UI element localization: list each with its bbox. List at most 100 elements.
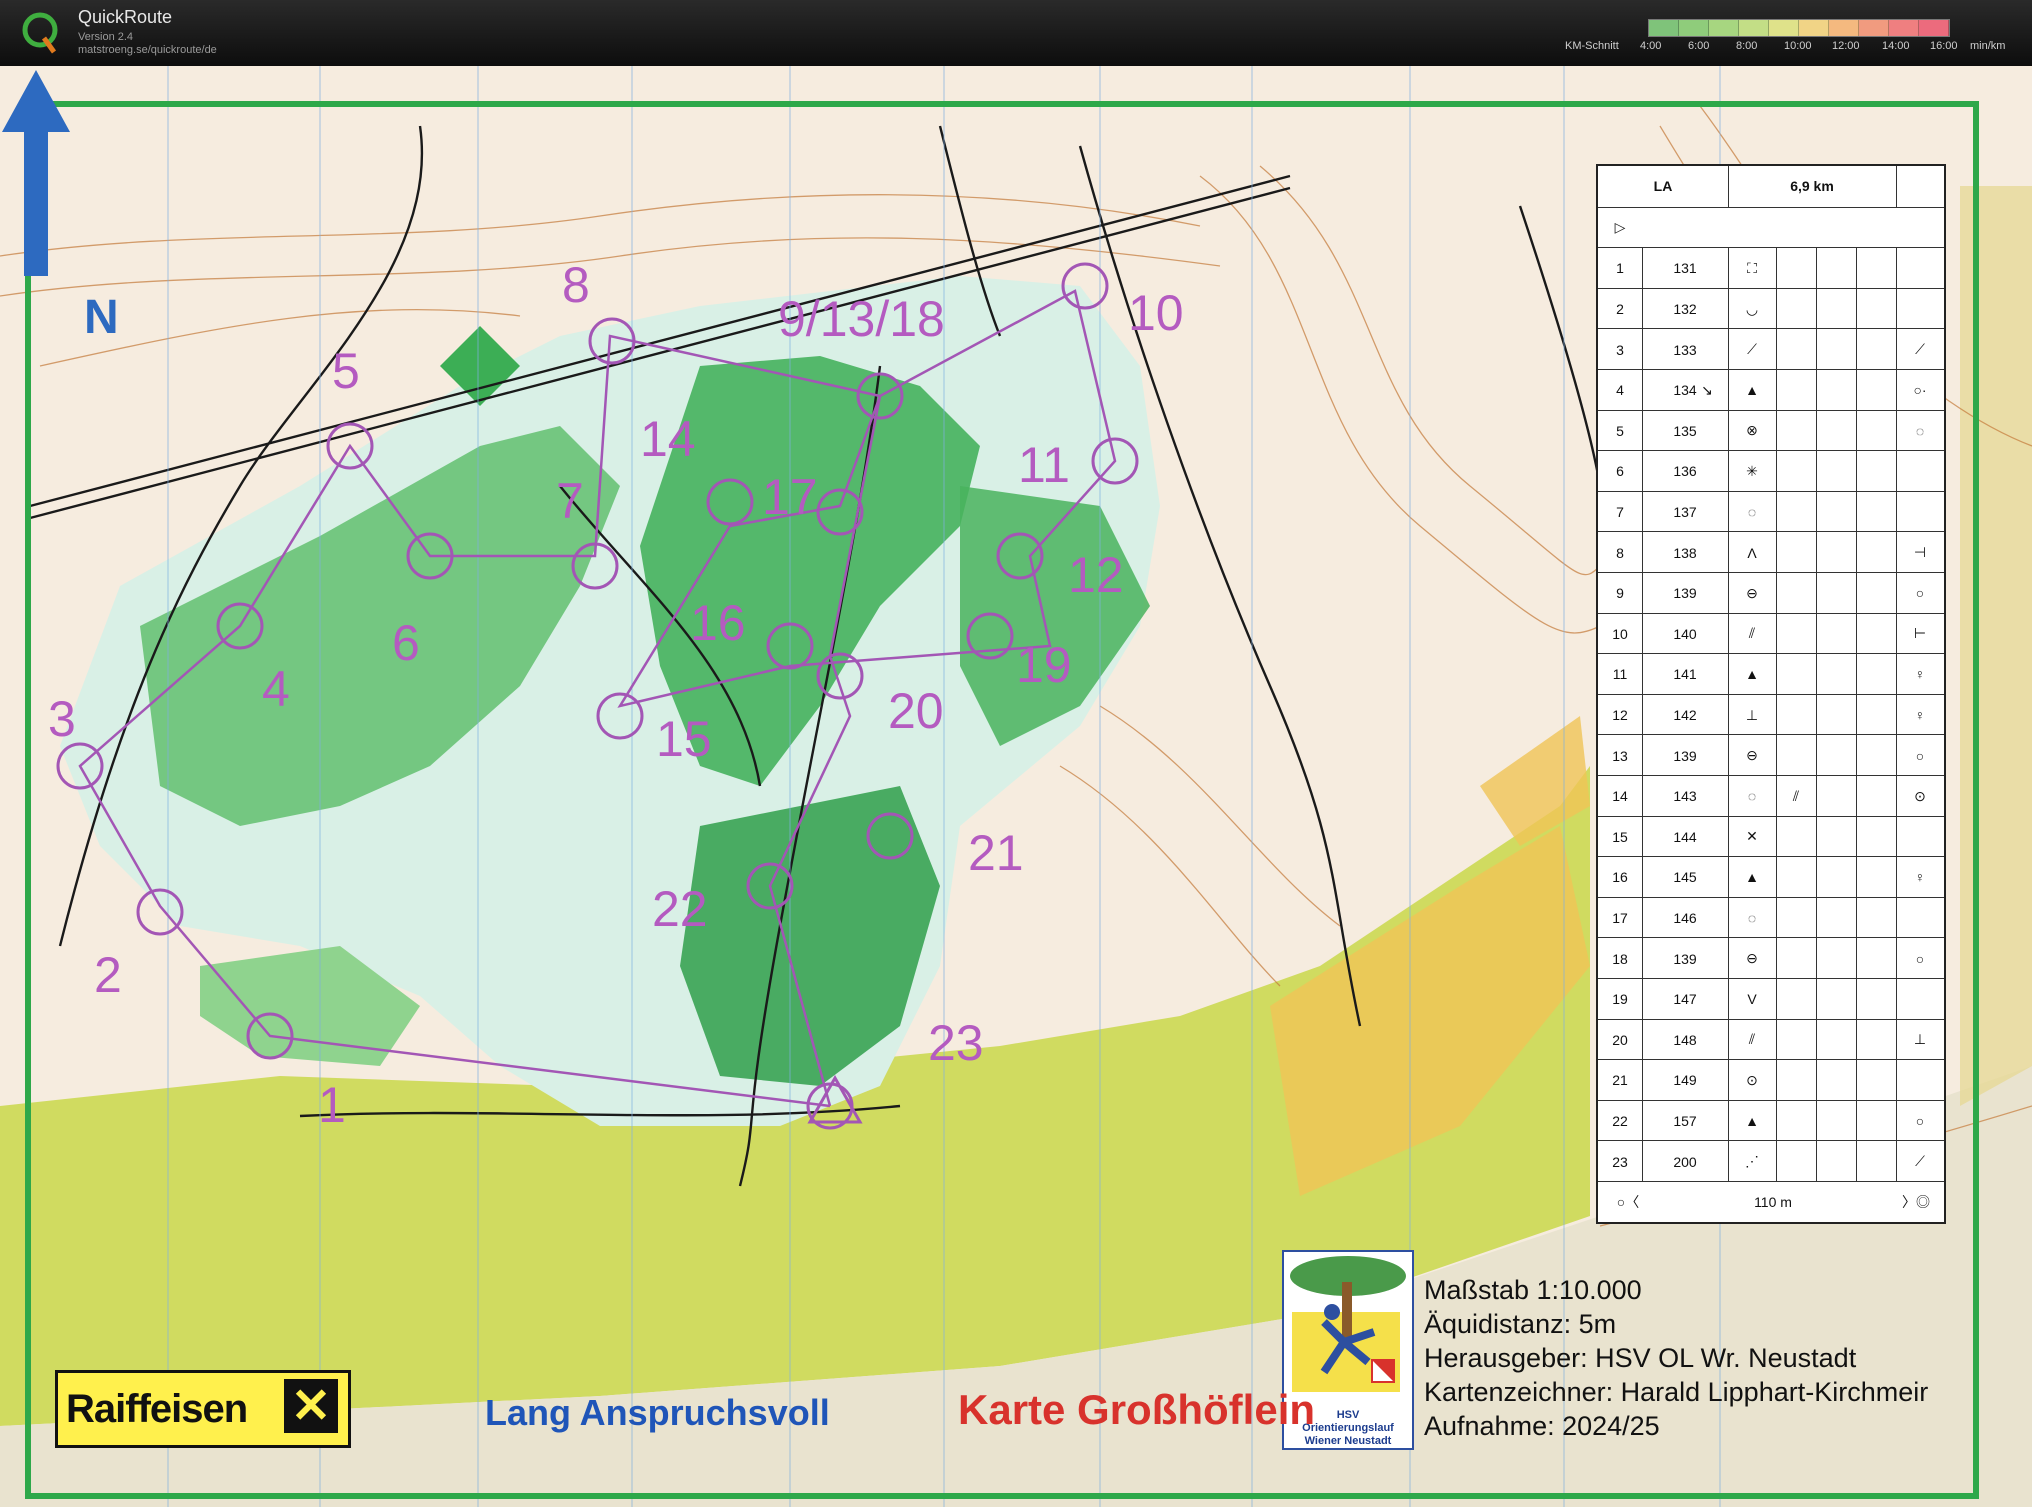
description-row: 9 139 ⊖ ○ — [1598, 572, 1944, 614]
table-divider — [1776, 491, 1777, 533]
description-distance: 6,9 km — [1790, 178, 1834, 195]
table-divider — [1856, 1141, 1857, 1182]
description-row: 8 138 Λ ⊣ — [1598, 531, 1944, 573]
control-number: 13 — [1612, 747, 1628, 764]
app-titlebar: QuickRoute Version 2.4 matstroeng.se/qui… — [0, 0, 2032, 66]
control-number: 14 — [1612, 788, 1628, 805]
control-code: 157 — [1673, 1113, 1697, 1130]
feature-symbol-icon: ⊙ — [1746, 1071, 1758, 1088]
table-divider — [1816, 532, 1817, 573]
control-label: 23 — [928, 1015, 984, 1071]
control-code: 132 — [1673, 301, 1697, 318]
control-label: 1 — [318, 1077, 346, 1133]
course-name: Lang Anspruchsvoll — [485, 1392, 830, 1433]
table-divider — [1896, 776, 1897, 817]
table-divider — [1776, 451, 1777, 492]
description-row: 10 140 ⫽ ⊢ — [1598, 612, 1944, 655]
description-row: 12 142 ⊥ ♀ — [1598, 693, 1944, 736]
control-label: 12 — [1068, 547, 1124, 603]
control-number: 12 — [1612, 707, 1628, 724]
location-symbol-icon: ⊙ — [1914, 787, 1926, 804]
table-divider — [1856, 248, 1857, 289]
table-divider — [1728, 613, 1729, 655]
location-symbol-icon — [1896, 492, 1944, 533]
description-row: 6 136 ✳ — [1598, 450, 1944, 492]
control-number: 1 — [1616, 260, 1624, 277]
table-divider — [1896, 979, 1897, 1020]
table-divider — [1816, 573, 1817, 614]
table-divider — [1856, 451, 1857, 492]
table-divider — [1776, 1141, 1777, 1182]
control-code: 139 — [1673, 585, 1697, 602]
map-name: Karte Großhöflein — [958, 1386, 1316, 1433]
control-label: 20 — [888, 683, 944, 739]
table-divider — [1856, 938, 1857, 979]
app-name: QuickRoute — [78, 7, 173, 27]
control-number: 16 — [1612, 869, 1628, 886]
location-symbol-icon: ⊥ — [1913, 1031, 1927, 1048]
feature-symbol-icon: ◡ — [1745, 300, 1759, 317]
table-divider — [1896, 573, 1897, 614]
location-symbol-icon: ⊢ — [1913, 625, 1927, 642]
pace-color-segment — [1799, 20, 1829, 36]
table-divider — [1856, 654, 1857, 695]
pace-tick-label: 6:00 — [1688, 40, 1710, 52]
feature-symbol-icon: ⊖ — [1746, 747, 1758, 764]
pace-ticks: 4:00 6:00 8:00 10:00 12:00 14:00 16:00 — [1640, 40, 1970, 54]
orienteering-map[interactable]: 1 2 3 4 5 6 7 8 9/13/18 10 11 12 14 15 1… — [0, 66, 2032, 1507]
table-divider — [1896, 857, 1897, 898]
control-number: 22 — [1612, 1113, 1628, 1130]
table-divider — [1776, 1019, 1777, 1061]
table-divider — [1896, 613, 1897, 655]
feature-symbol-icon: ⛶ — [1747, 259, 1757, 276]
control-code: 138 — [1673, 544, 1697, 561]
table-divider — [1642, 735, 1643, 776]
pace-color-segment — [1889, 20, 1919, 36]
table-divider — [1856, 573, 1857, 614]
control-number: 7 — [1616, 504, 1624, 521]
control-code: 200 — [1673, 1153, 1697, 1170]
quickroute-logo-icon — [22, 12, 58, 54]
control-label: 19 — [1016, 637, 1072, 693]
table-divider — [1816, 776, 1817, 817]
table-divider — [1896, 1141, 1897, 1182]
table-divider — [1896, 451, 1897, 492]
description-class: LA — [1653, 178, 1673, 195]
table-divider — [1816, 735, 1817, 776]
table-divider — [1896, 897, 1897, 939]
control-number: 3 — [1616, 341, 1624, 358]
sponsor-name: Raiffeisen — [66, 1387, 248, 1431]
pace-color-segment — [1829, 20, 1859, 36]
table-divider — [1642, 451, 1643, 492]
table-divider — [1856, 1019, 1857, 1061]
table-divider — [1728, 1100, 1729, 1142]
description-row: 5 135 ⊗ ◌ — [1598, 409, 1944, 452]
control-code: 131 — [1673, 260, 1697, 277]
location-symbol-icon: ◌ — [1915, 422, 1925, 439]
table-divider — [1728, 1141, 1729, 1182]
table-divider — [1896, 491, 1897, 533]
table-divider — [1896, 248, 1897, 289]
table-divider — [1896, 370, 1897, 411]
control-code: 147 — [1673, 991, 1697, 1008]
table-divider — [1776, 532, 1777, 573]
description-row: 4 134 ▲ ↘ ○· — [1598, 369, 1944, 411]
table-divider — [1642, 573, 1643, 614]
finish-start-icon: ○〈 — [1616, 1194, 1640, 1211]
table-divider — [1856, 1060, 1857, 1101]
location-symbol-icon: ○· — [1913, 382, 1927, 399]
description-row: 20 148 ⫽ ⊥ — [1598, 1018, 1944, 1061]
feature-symbol-icon: ✳ — [1746, 462, 1758, 479]
description-row: 7 137 ◌ — [1598, 490, 1944, 533]
feature-symbol-icon: ◌ — [1747, 910, 1757, 927]
location-symbol-icon: ○ — [1915, 747, 1925, 764]
table-divider — [1728, 694, 1729, 736]
table-divider — [1816, 979, 1817, 1020]
table-divider — [1728, 938, 1729, 979]
feature-symbol-icon: ⟋ — [1747, 341, 1757, 358]
table-divider — [1896, 816, 1897, 858]
control-number: 6 — [1616, 463, 1624, 480]
north-arrow-icon — [2, 70, 70, 276]
pace-color-segment — [1709, 20, 1739, 36]
feature-symbol-icon: ⊖ — [1746, 584, 1758, 601]
